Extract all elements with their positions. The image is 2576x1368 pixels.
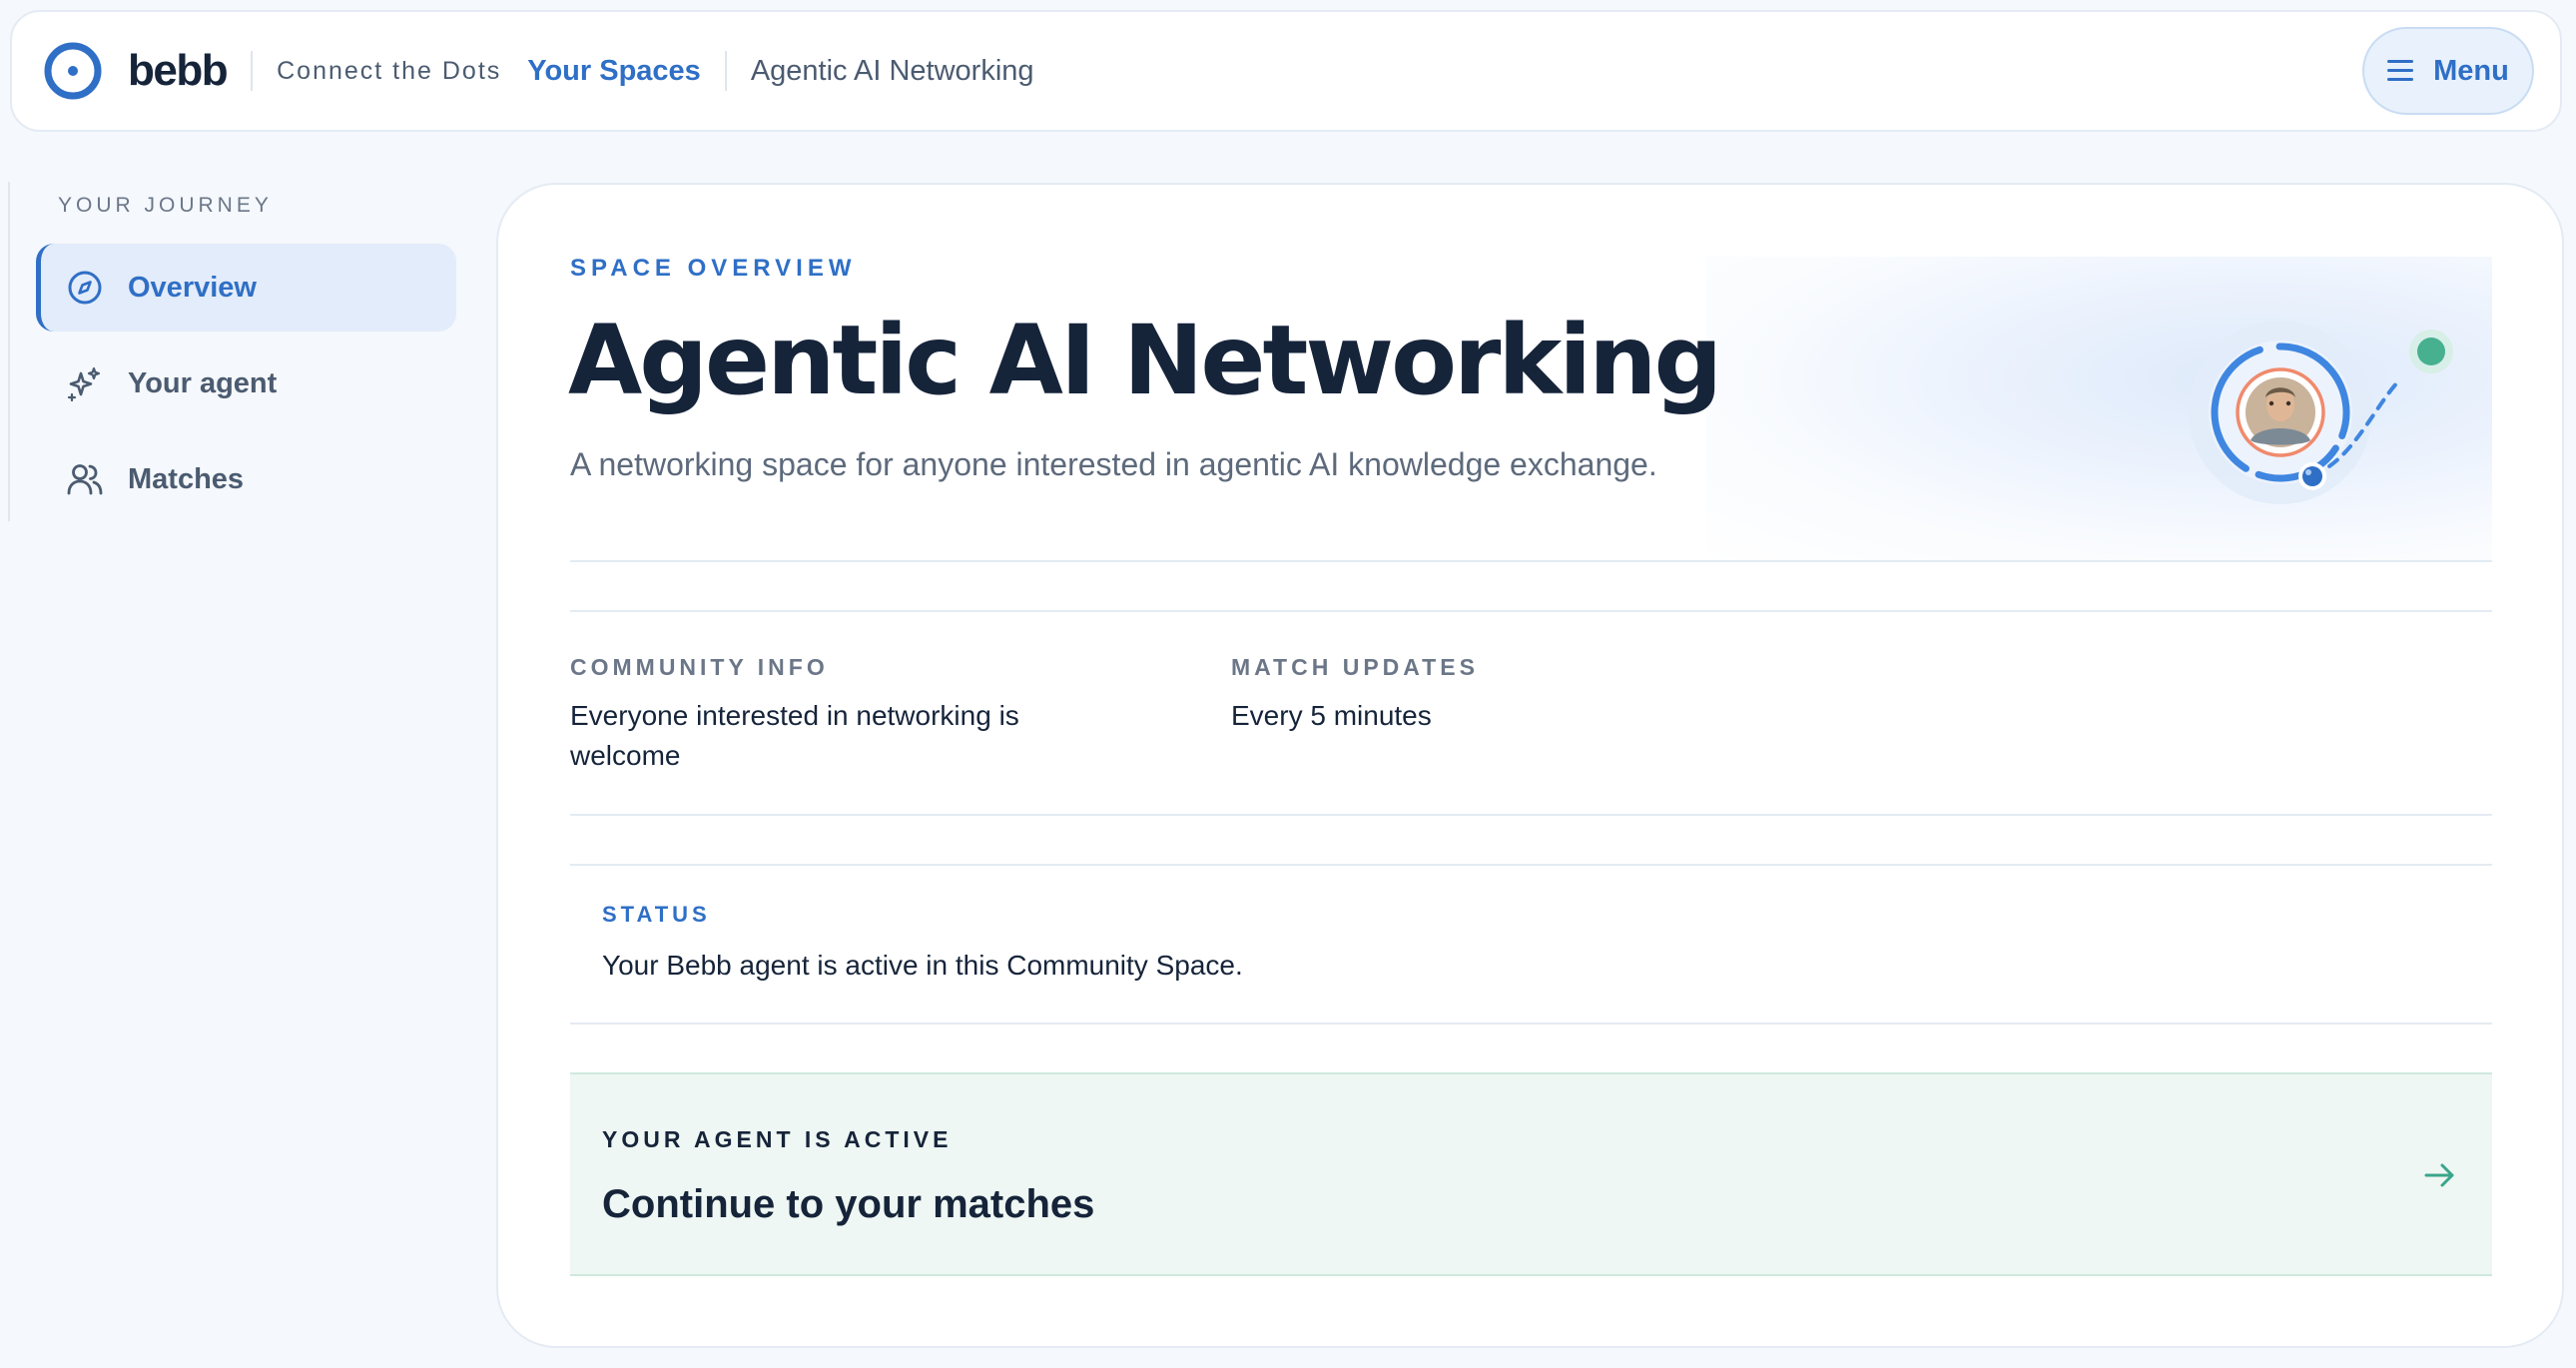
avatar-orbit-illustration <box>2189 321 2453 504</box>
arrow-right-icon[interactable] <box>2422 1157 2458 1193</box>
continue-to-matches-link[interactable]: Continue to your matches <box>602 1182 1094 1227</box>
section-eyebrow: SPACE OVERVIEW <box>570 255 857 282</box>
breadcrumb-current-space: Agentic AI Networking <box>750 54 1034 87</box>
sidebar-item-label: Your agent <box>128 366 278 399</box>
info-top-divider <box>570 610 2492 612</box>
brand-tagline: Connect the Dots <box>277 56 502 85</box>
continue-to-matches-card[interactable]: YOUR AGENT IS ACTIVE Continue to your ma… <box>570 1072 2492 1276</box>
header-divider <box>251 51 254 91</box>
menu-button[interactable]: Menu <box>2362 27 2534 115</box>
compass-icon <box>68 271 102 305</box>
sidebar-item-matches[interactable]: Matches <box>36 435 456 523</box>
status-label: STATUS <box>602 902 711 927</box>
hamburger-icon <box>2387 60 2414 82</box>
match-updates-value: Every 5 minutes <box>1231 700 1432 731</box>
match-updates-label: MATCH UPDATES <box>1231 654 1479 680</box>
status-bottom-divider <box>570 1023 2492 1025</box>
sidebar-item-label: Overview <box>128 271 257 304</box>
sparkles-icon <box>67 366 101 402</box>
brand-name[interactable]: bebb <box>128 46 229 96</box>
page-title: Agentic AI Networking <box>568 305 1722 416</box>
users-icon <box>67 464 103 495</box>
community-info-label: COMMUNITY INFO <box>570 654 829 680</box>
space-overview-card: SPACE OVERVIEW Agentic AI Networking A n… <box>496 183 2564 1348</box>
sidebar-item-label: Matches <box>128 462 245 495</box>
hero-divider <box>570 560 2492 562</box>
agent-active-label: YOUR AGENT IS ACTIVE <box>602 1126 953 1152</box>
sidebar-item-overview[interactable]: Overview <box>36 244 456 332</box>
status-text: Your Bebb agent is active in this Commun… <box>602 950 1243 981</box>
breadcrumb-divider <box>724 51 727 91</box>
nav-link-your-spaces[interactable]: Your Spaces <box>527 55 701 88</box>
journey-sidebar: YOUR JOURNEY Overview Your agent Matches <box>8 182 462 521</box>
sidebar-item-your-agent[interactable]: Your agent <box>36 340 456 427</box>
sidebar-title: YOUR JOURNEY <box>58 194 273 217</box>
space-description: A networking space for anyone interested… <box>570 446 1657 482</box>
community-info-value: Everyone interested in networking is wel… <box>570 700 1019 771</box>
top-navbar: bebb Connect the Dots Your Spaces Agenti… <box>10 10 2562 132</box>
info-bottom-divider <box>570 814 2492 816</box>
menu-button-label: Menu <box>2433 54 2509 87</box>
status-top-divider <box>570 864 2492 866</box>
bebb-logo-icon[interactable] <box>42 40 104 102</box>
